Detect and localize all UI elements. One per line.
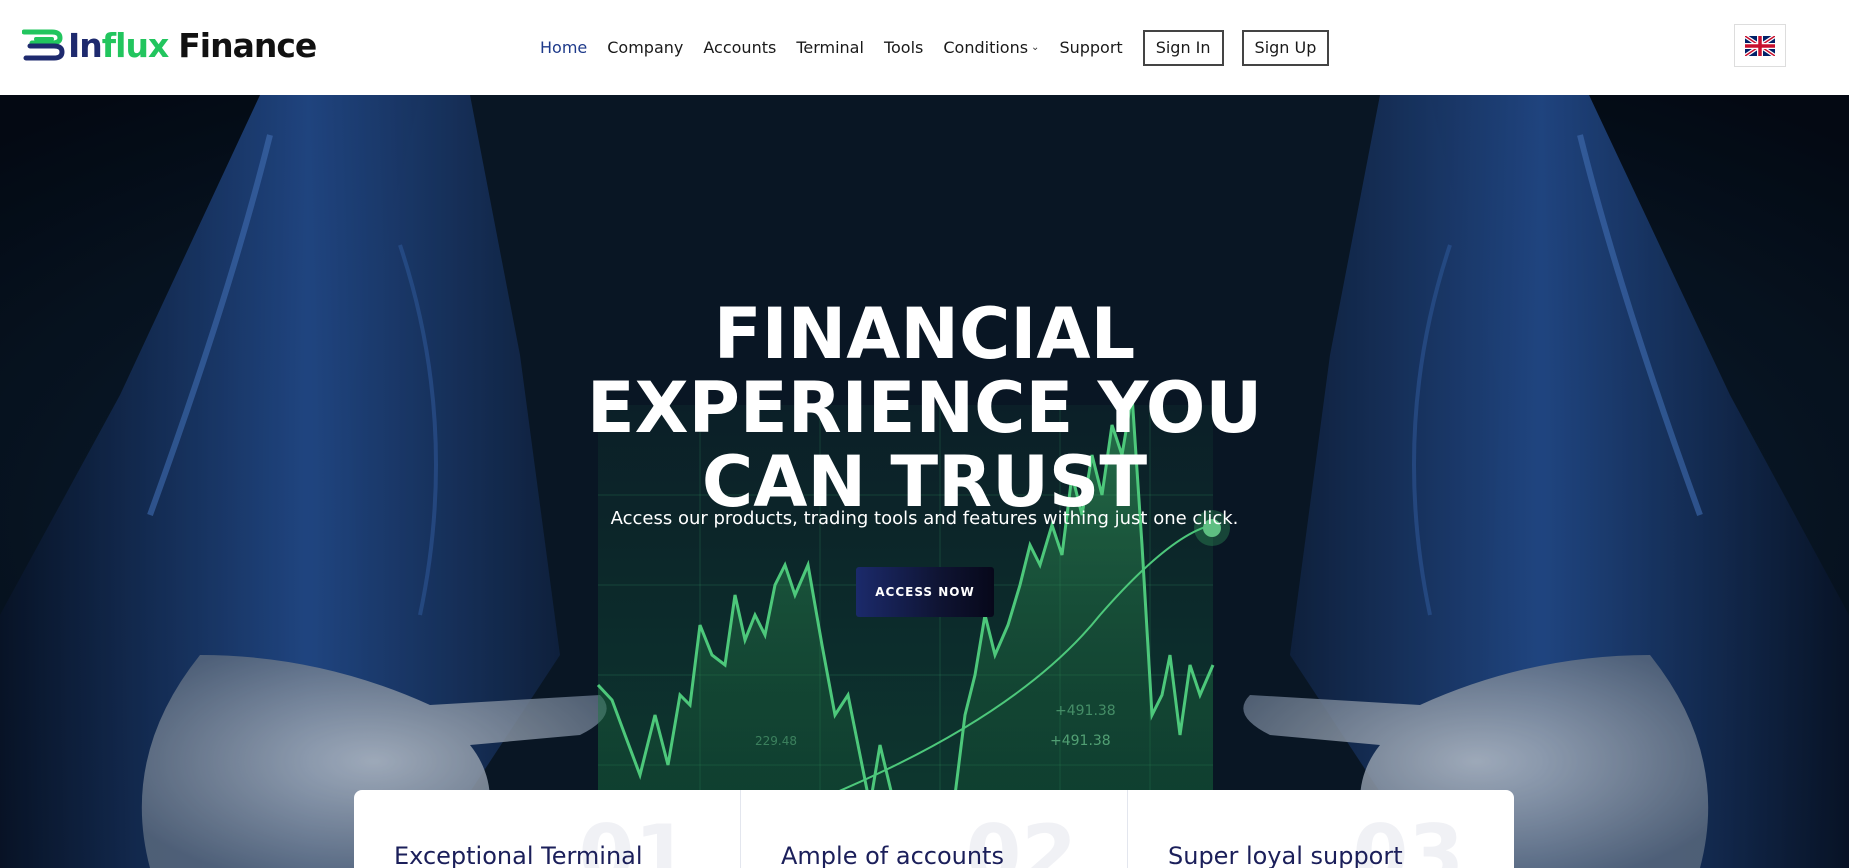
hero-section: +491.38 +491.38 229.48 FINANCIAL EXPERIE… [0,95,1849,868]
chevron-down-icon: ⌄ [1031,42,1040,53]
nav-accounts[interactable]: Accounts [703,38,776,57]
nav-conditions-label: Conditions [943,38,1029,57]
hero-subtitle: Access our products, trading tools and f… [610,508,1239,529]
main-nav: Home Company Accounts Terminal Tools Con… [540,0,1330,95]
brand-name-part2: Finance [178,26,317,65]
site-header: Influx Finance Home Company Accounts Term… [0,0,1849,95]
nav-home[interactable]: Home [540,38,587,57]
sign-in-button[interactable]: Sign In [1142,29,1224,66]
brand-name: Influx Finance [68,26,317,66]
nav-terminal[interactable]: Terminal [796,38,864,57]
feature-card[interactable]: 01 Exceptional Terminal [354,790,741,868]
nav-tools[interactable]: Tools [884,38,923,57]
feature-cards: 01 Exceptional Terminal 02 Ample of acco… [354,790,1514,868]
access-now-button[interactable]: ACCESS NOW [856,567,994,617]
hero-title-line-1: FINANCIAL [713,293,1136,375]
feature-card[interactable]: 03 Super loyal support [1128,790,1514,868]
sign-up-button[interactable]: Sign Up [1241,29,1330,66]
hero-title-line-2: EXPERIENCE YOU [586,367,1263,449]
nav-support[interactable]: Support [1059,38,1122,57]
feature-card-title: Ample of accounts [781,842,1004,868]
logo-mark-icon [22,29,65,61]
feature-card-title: Super loyal support [1168,842,1403,868]
brand-name-part1-accent: flux [101,26,169,65]
brand-name-part1: In [68,26,103,65]
language-selector[interactable] [1734,24,1786,67]
nav-conditions[interactable]: Conditions ⌄ [943,38,1039,57]
feature-card-title: Exceptional Terminal [394,842,643,868]
brand-logo[interactable]: Influx Finance [22,26,317,66]
feature-card[interactable]: 02 Ample of accounts [741,790,1128,868]
nav-company[interactable]: Company [607,38,683,57]
hero-title: FINANCIAL EXPERIENCE YOU CAN TRUST [0,297,1849,519]
uk-flag-icon [1745,35,1775,56]
